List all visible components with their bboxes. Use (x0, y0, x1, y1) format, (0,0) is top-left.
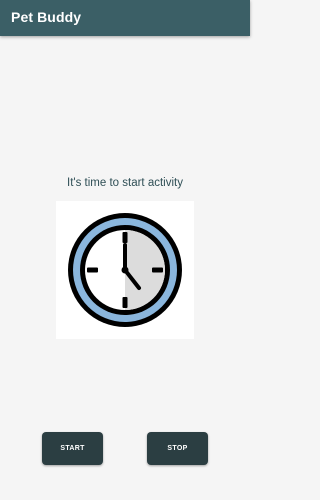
wall-clock-icon (68, 213, 182, 327)
app-bar: Pet Buddy (0, 0, 250, 36)
stop-button[interactable]: STOP (147, 432, 208, 465)
app-title: Pet Buddy (11, 9, 82, 25)
start-button[interactable]: START (42, 432, 103, 465)
activity-message: It's time to start activity (67, 177, 183, 189)
clock-image (56, 201, 194, 339)
